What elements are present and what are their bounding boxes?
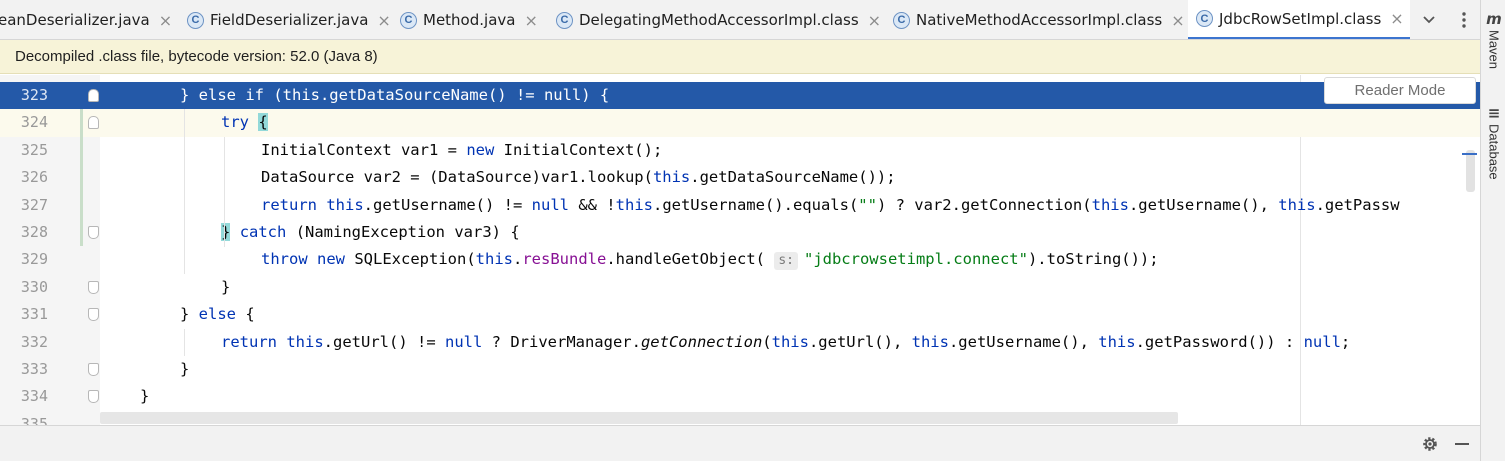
line-number: 329 (20, 250, 48, 269)
code-text: } (221, 277, 231, 296)
code-line[interactable]: 327 return this.getUsername() != null &&… (0, 192, 1480, 219)
vcs-change-marker[interactable] (80, 109, 83, 246)
more-options-icon[interactable] (1449, 0, 1479, 39)
database-tool-button[interactable]: ≡ Database (1483, 104, 1505, 180)
fold-icon[interactable] (88, 226, 99, 239)
chevron-down-icon[interactable] (1414, 0, 1444, 39)
code-text: } (140, 387, 150, 406)
indent-guide (224, 137, 225, 247)
fold-icon[interactable] (88, 390, 99, 404)
banner-text: Decompiled .class file, bytecode version… (15, 48, 378, 65)
code-text: } (180, 360, 190, 378)
code-text: return this.getUrl() != null ? DriverMan… (221, 332, 1351, 351)
close-icon[interactable]: × (524, 11, 537, 30)
tab-native-method-accessor[interactable]: C NativeMethodAccessorImpl.class × (893, 0, 1185, 39)
vertical-scrollbar[interactable] (1466, 150, 1475, 192)
fold-icon[interactable] (88, 116, 99, 130)
line-number: 335 (20, 414, 48, 425)
code-text: } else { (180, 305, 255, 324)
indent-guide (184, 329, 185, 356)
code-line[interactable]: 330 } (0, 274, 1480, 301)
bottom-tool-bar (0, 425, 1480, 461)
maven-tool-button[interactable]: m Maven (1483, 10, 1505, 69)
class-c-icon: C (1196, 10, 1213, 27)
code-text: throw new SQLException(this.resBundle.ha… (261, 250, 1159, 271)
close-icon[interactable]: × (868, 11, 881, 30)
code-text: return this.getUsername() != null && !th… (261, 195, 1400, 214)
close-icon[interactable]: × (1171, 11, 1184, 30)
code-line[interactable]: 326 DataSource var2 = (DataSource)var1.l… (0, 164, 1480, 191)
close-icon[interactable]: × (377, 11, 390, 30)
code-line[interactable]: 334 } (0, 383, 1480, 410)
reader-mode-label: Reader Mode (1354, 82, 1446, 99)
minimize-icon[interactable] (1452, 434, 1472, 454)
fold-icon[interactable] (88, 89, 99, 102)
code-text: } catch (NamingException var3) { (221, 223, 520, 241)
code-text: InitialContext var1 = new InitialContext… (261, 140, 663, 159)
line-number: 327 (20, 195, 48, 214)
code-line[interactable]: 325 InitialContext var1 = new InitialCon… (0, 137, 1480, 164)
class-c-icon: C (556, 11, 573, 29)
line-number: 323 (20, 86, 48, 104)
tab-jdbc-row-set-impl[interactable]: C JdbcRowSetImpl.class × (1188, 0, 1410, 39)
fold-icon[interactable] (88, 308, 99, 322)
horizontal-scrollbar[interactable] (100, 412, 1178, 424)
class-c-icon: C (400, 11, 417, 29)
parameter-hint: s: (774, 252, 798, 271)
tab-delegating-method-accessor[interactable]: C DelegatingMethodAccessorImpl.class × (556, 0, 881, 39)
tab-label: FieldDeserializer.java (210, 11, 369, 29)
close-icon[interactable]: × (159, 11, 172, 30)
code-line[interactable]: 328 } catch (NamingException var3) { (0, 219, 1480, 246)
editor-tab-bar: eanDeserializer.java × C FieldDeserializ… (0, 0, 1480, 40)
line-number: 326 (20, 168, 48, 187)
code-line[interactable]: 333 } (0, 356, 1480, 383)
fold-icon[interactable] (88, 280, 99, 294)
maven-icon: m (1486, 10, 1502, 28)
database-icon: ≡ (1487, 104, 1501, 122)
tab-label: JdbcRowSetImpl.class (1219, 9, 1382, 28)
maven-label: Maven (1486, 30, 1502, 70)
class-c-icon: C (187, 11, 204, 29)
code-text: try { (221, 113, 268, 132)
class-c-icon: C (893, 11, 910, 29)
line-number: 328 (20, 223, 48, 241)
tab-label: eanDeserializer.java (0, 11, 150, 29)
close-icon[interactable]: × (1390, 9, 1403, 28)
line-number: 325 (20, 140, 48, 159)
decompiled-banner: Decompiled .class file, bytecode version… (0, 40, 1480, 74)
scroll-position-marker (1462, 153, 1477, 155)
line-number: 334 (20, 387, 48, 406)
line-number: 330 (20, 277, 48, 296)
gear-icon[interactable] (1420, 434, 1440, 454)
code-line[interactable]: 332 return this.getUrl() != null ? Drive… (0, 329, 1480, 356)
tab-method[interactable]: C Method.java × (400, 0, 538, 39)
right-tool-strip: m Maven ≡ Database (1480, 0, 1505, 461)
code-text: DataSource var2 = (DataSource)var1.looku… (261, 168, 896, 187)
tab-bean-deserializer[interactable]: eanDeserializer.java × (0, 0, 172, 39)
code-line[interactable]: 331 } else { (0, 301, 1480, 328)
fold-icon[interactable] (88, 363, 99, 376)
tab-field-deserializer[interactable]: C FieldDeserializer.java × (187, 0, 391, 39)
reader-mode-button[interactable]: Reader Mode (1324, 77, 1476, 104)
code-editor[interactable]: 323 } else if (this.getDataSourceName() … (0, 75, 1480, 425)
code-line[interactable]: 323 } else if (this.getDataSourceName() … (0, 82, 1480, 110)
code-line[interactable]: 329 throw new SQLException(this.resBundl… (0, 246, 1480, 273)
line-number: 333 (20, 360, 48, 378)
tab-label: NativeMethodAccessorImpl.class (916, 11, 1163, 29)
code-text: } else if (this.getDataSourceName() != n… (180, 86, 610, 104)
line-number: 332 (20, 332, 48, 351)
line-number: 331 (20, 305, 48, 324)
code-line[interactable]: 324 try { (0, 109, 1480, 137)
indent-guide (184, 109, 185, 274)
tab-label: Method.java (423, 11, 516, 29)
line-number: 324 (20, 113, 48, 132)
database-label: Database (1486, 124, 1502, 180)
tab-label: DelegatingMethodAccessorImpl.class (579, 11, 859, 29)
